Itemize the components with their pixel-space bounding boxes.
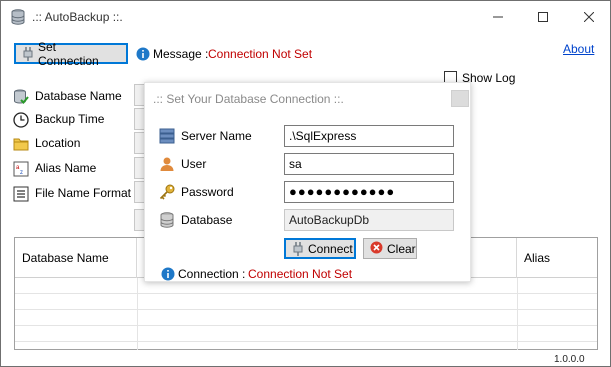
backup-time-label: Backup Time: [35, 112, 105, 126]
svg-text:z: z: [20, 170, 23, 176]
server-icon: [159, 128, 175, 144]
connection-label: Connection :: [178, 267, 246, 281]
user-icon: [159, 156, 175, 172]
table-row[interactable]: [15, 327, 597, 342]
clear-button[interactable]: Clear: [363, 238, 417, 259]
set-connection-label: Set Connection: [38, 39, 99, 68]
window-title: .:: AutoBackup ::.: [32, 10, 123, 24]
server-name-label: Server Name: [181, 129, 252, 143]
database-name-label: Database Name: [35, 89, 122, 103]
alias-name-label: Alias Name: [35, 161, 97, 175]
column-database-name[interactable]: Database Name: [15, 238, 137, 278]
close-icon: [584, 12, 594, 22]
grid-column-divider: [517, 278, 518, 350]
user-label: User: [181, 157, 207, 171]
table-row[interactable]: [15, 311, 597, 326]
location-label: Location: [35, 136, 81, 150]
info-icon: [161, 267, 175, 281]
key-icon: [159, 184, 175, 200]
server-name-input[interactable]: .\SqlExpress: [284, 125, 454, 147]
connect-button[interactable]: Connect: [284, 238, 356, 259]
minimize-button[interactable]: [475, 1, 521, 33]
alias-icon: az: [13, 161, 29, 177]
minimize-icon: [493, 16, 503, 18]
grid-column-divider: [137, 278, 138, 350]
list-icon: [13, 186, 29, 202]
folder-icon: [13, 136, 29, 152]
close-button[interactable]: [566, 1, 611, 33]
maximize-button[interactable]: [520, 1, 566, 33]
column-alias[interactable]: Alias: [517, 238, 597, 278]
database-app-icon: [10, 9, 26, 25]
plug-icon: [22, 46, 34, 61]
clock-icon: [13, 112, 29, 128]
database-icon: [159, 212, 175, 228]
about-link[interactable]: About: [563, 42, 594, 56]
user-input[interactable]: sa: [284, 153, 454, 175]
dialog-close-button[interactable]: [451, 90, 469, 107]
dialog-title: .:: Set Your Database Connection ::.: [153, 92, 344, 106]
database-check-icon: [13, 89, 29, 105]
password-input[interactable]: ●●●●●●●●●●●●: [284, 181, 454, 203]
message-label: Message :: [153, 47, 209, 61]
password-label: Password: [181, 185, 234, 199]
title-bar[interactable]: .:: AutoBackup ::.: [1, 1, 610, 33]
table-row[interactable]: [15, 295, 597, 310]
clear-icon: [370, 241, 383, 257]
main-window: .:: AutoBackup ::. Set Connection Messag…: [0, 0, 611, 367]
set-connection-button[interactable]: Set Connection: [14, 40, 128, 68]
info-icon: [136, 47, 150, 61]
connection-status-value: Connection Not Set: [248, 267, 353, 281]
connection-dialog: .:: Set Your Database Connection ::. Ser…: [144, 82, 471, 282]
maximize-icon: [538, 12, 548, 22]
connect-label: Connect: [308, 241, 353, 256]
file-name-format-label: File Name Format: [35, 186, 132, 200]
version-label: 1.0.0.0: [554, 354, 585, 365]
plug-icon: [292, 241, 304, 256]
message-value: Connection Not Set: [208, 47, 313, 61]
database-input[interactable]: AutoBackupDb: [284, 209, 454, 231]
database-label: Database: [181, 213, 233, 227]
clear-label: Clear: [387, 241, 416, 256]
